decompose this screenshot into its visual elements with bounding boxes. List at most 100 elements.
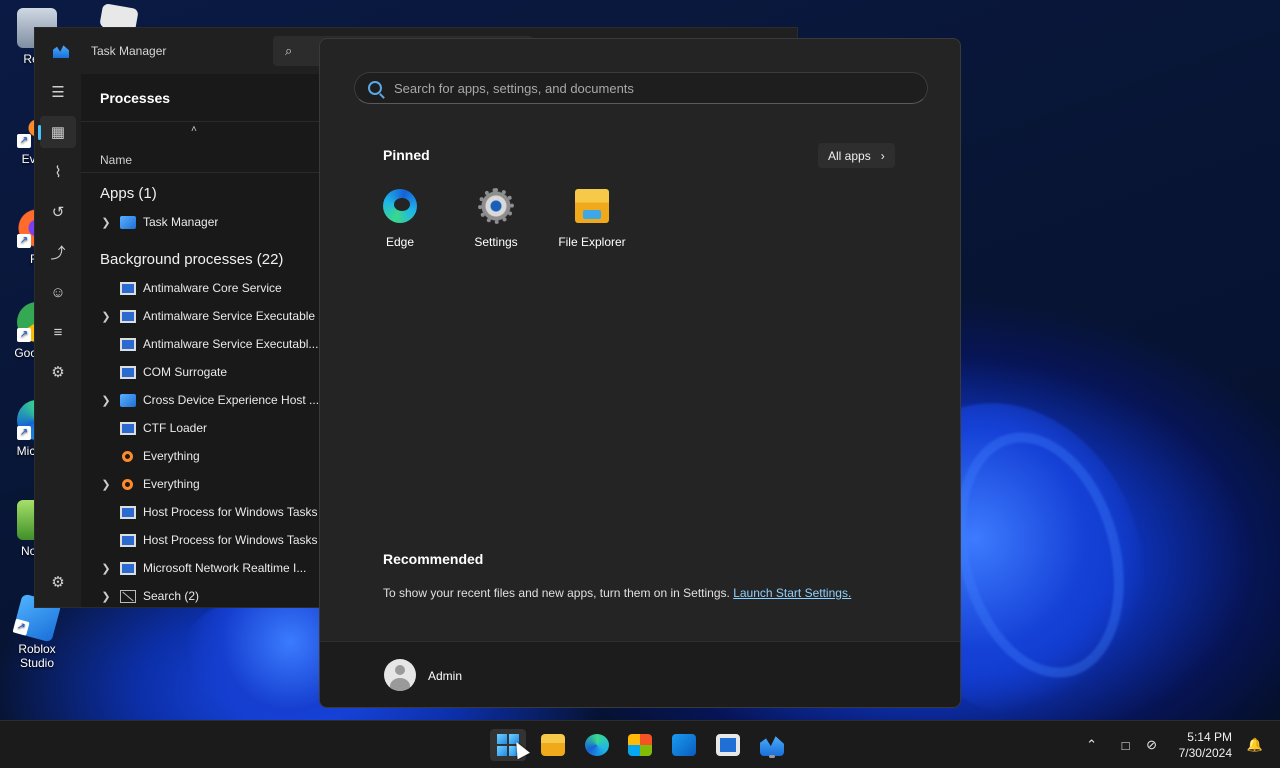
process-name: Search (2) bbox=[143, 589, 200, 603]
table-row[interactable]: Antimalware Service Executabl... bbox=[81, 331, 321, 357]
taskbar-window-app[interactable] bbox=[710, 729, 746, 761]
process-name: Everything bbox=[143, 449, 200, 463]
table-row[interactable]: Host Process for Windows Tasks bbox=[81, 499, 321, 525]
pinned-app-edge[interactable]: Edge bbox=[355, 189, 445, 249]
task-manager-icon bbox=[760, 736, 784, 756]
system-tray: ⌃ □ ⊘ 5:14 PM 7/30/2024 🔔 bbox=[1079, 721, 1280, 768]
pinned-app-label: Settings bbox=[474, 235, 518, 249]
shortcut-arrow-icon: ↗ bbox=[17, 134, 31, 148]
process-cross-icon bbox=[120, 393, 136, 407]
taskbar-edge[interactable] bbox=[579, 729, 615, 761]
task-manager-nav: ☰ ▦ ⌇ ↺ ⤴ ☺ ≡ ⚙ ⚙ bbox=[35, 74, 81, 607]
table-row[interactable]: ❯ Antimalware Service Executable bbox=[81, 303, 321, 329]
shortcut-arrow-icon: ↗ bbox=[12, 618, 30, 636]
taskbar-microsoft-store[interactable] bbox=[622, 729, 658, 761]
users-icon[interactable]: ☺ bbox=[40, 276, 76, 308]
start-search-box[interactable] bbox=[354, 72, 928, 104]
processes-icon[interactable]: ▦ bbox=[38, 116, 76, 148]
page-title: Processes bbox=[100, 90, 171, 106]
all-apps-button[interactable]: All apps › bbox=[818, 143, 895, 168]
network-icon[interactable]: □ bbox=[1113, 738, 1139, 753]
taskbar-task-manager[interactable] bbox=[754, 729, 790, 761]
recommended-message: To show your recent files and new apps, … bbox=[383, 586, 851, 600]
services-icon[interactable]: ⚙ bbox=[40, 356, 76, 388]
sort-ascending-icon[interactable]: ˄ bbox=[191, 124, 197, 135]
chevron-right-icon[interactable]: ❯ bbox=[94, 478, 118, 491]
process-magnifier-icon bbox=[122, 450, 133, 462]
table-row[interactable]: ❯ Search (2) bbox=[81, 583, 321, 609]
avatar[interactable] bbox=[384, 659, 416, 691]
process-win-icon bbox=[120, 281, 136, 295]
start-menu-footer: Admin bbox=[320, 641, 960, 707]
settings-icon[interactable]: ⚙ bbox=[40, 566, 76, 598]
clock-date: 7/30/2024 bbox=[1178, 746, 1232, 760]
user-name[interactable]: Admin bbox=[428, 669, 462, 683]
process-name: Task Manager bbox=[143, 215, 219, 229]
pinned-app-file-explorer[interactable]: File Explorer bbox=[547, 189, 637, 249]
table-row[interactable]: Everything bbox=[81, 443, 321, 469]
start-search-input[interactable] bbox=[394, 80, 927, 96]
table-row[interactable]: CTF Loader bbox=[81, 415, 321, 441]
chevron-right-icon[interactable]: ❯ bbox=[94, 394, 118, 407]
launch-start-settings-link[interactable]: Launch Start Settings. bbox=[733, 586, 851, 600]
table-row[interactable]: ❯ Everything bbox=[81, 471, 321, 497]
process-name: Everything bbox=[143, 477, 200, 491]
process-name: Antimalware Service Executable bbox=[143, 309, 316, 323]
process-name: Antimalware Core Service bbox=[143, 281, 282, 295]
taskbar-outlook[interactable] bbox=[666, 729, 702, 761]
start-menu: Pinned All apps › Edge Settings File Exp… bbox=[319, 38, 961, 708]
notification-bell-icon[interactable]: 🔔 bbox=[1242, 737, 1268, 753]
process-name: Antimalware Service Executabl... bbox=[143, 337, 319, 351]
process-win-icon bbox=[120, 421, 136, 435]
pinned-app-label: Edge bbox=[385, 235, 415, 249]
file-explorer-icon bbox=[541, 734, 565, 756]
taskbar-file-explorer[interactable] bbox=[535, 729, 571, 761]
running-indicator bbox=[769, 755, 775, 758]
search-icon bbox=[368, 81, 382, 95]
shortcut-arrow-icon: ↗ bbox=[17, 426, 31, 440]
file-explorer-icon bbox=[575, 189, 609, 223]
table-row[interactable]: Antimalware Core Service bbox=[81, 275, 321, 301]
clock-time: 5:14 PM bbox=[1187, 730, 1232, 744]
performance-icon[interactable]: ⌇ bbox=[40, 156, 76, 188]
task-manager-icon bbox=[53, 45, 69, 58]
shortcut-arrow-icon: ↗ bbox=[17, 234, 31, 248]
chevron-right-icon[interactable]: ❯ bbox=[94, 590, 118, 603]
table-row[interactable]: ❯ Microsoft Network Realtime I... bbox=[81, 555, 321, 581]
task-manager-icon bbox=[120, 215, 136, 229]
pinned-app-settings[interactable]: Settings bbox=[451, 188, 541, 249]
microsoft-store-icon bbox=[628, 734, 652, 756]
process-magnifier-icon bbox=[122, 478, 133, 490]
volume-muted-icon[interactable]: ⊘ bbox=[1139, 737, 1165, 753]
table-row[interactable]: COM Surrogate bbox=[81, 359, 321, 385]
startup-apps-icon[interactable]: ⤴ bbox=[40, 236, 76, 268]
process-win-icon bbox=[120, 533, 136, 547]
chevron-right-icon[interactable]: ❯ bbox=[94, 216, 118, 229]
column-header-name[interactable]: Name bbox=[100, 153, 132, 167]
settings-icon bbox=[478, 188, 514, 224]
pinned-section-title: Pinned bbox=[383, 147, 430, 163]
table-row[interactable]: Host Process for Windows Tasks bbox=[81, 527, 321, 553]
desktop-icon-label: Roblox Studio bbox=[18, 642, 56, 670]
desktop-icon-roblox-studio[interactable]: ↗ Roblox Studio bbox=[0, 593, 74, 670]
shortcut-arrow-icon: ↗ bbox=[17, 328, 31, 342]
process-name: Microsoft Network Realtime I... bbox=[143, 561, 307, 575]
app-history-icon[interactable]: ↺ bbox=[40, 196, 76, 228]
table-row[interactable]: ❯ Task Manager bbox=[81, 209, 321, 235]
chevron-up-icon[interactable]: ⌃ bbox=[1079, 737, 1105, 753]
clock[interactable]: 5:14 PM 7/30/2024 bbox=[1179, 729, 1232, 761]
chevron-right-icon[interactable]: ❯ bbox=[94, 310, 118, 323]
menu-icon[interactable]: ☰ bbox=[40, 76, 76, 108]
process-win-icon bbox=[120, 365, 136, 379]
process-search-icon bbox=[120, 589, 136, 603]
search-icon: ⌕ bbox=[285, 43, 293, 58]
recommended-section-title: Recommended bbox=[383, 551, 484, 567]
chevron-right-icon: › bbox=[880, 148, 885, 163]
process-win-icon bbox=[120, 309, 136, 323]
details-icon[interactable]: ≡ bbox=[40, 316, 76, 348]
window-app-icon bbox=[716, 734, 740, 756]
table-row[interactable]: ❯ Cross Device Experience Host ... bbox=[81, 387, 321, 413]
process-win-icon bbox=[120, 561, 136, 575]
chevron-right-icon[interactable]: ❯ bbox=[94, 562, 118, 575]
process-name: Host Process for Windows Tasks bbox=[143, 505, 318, 519]
